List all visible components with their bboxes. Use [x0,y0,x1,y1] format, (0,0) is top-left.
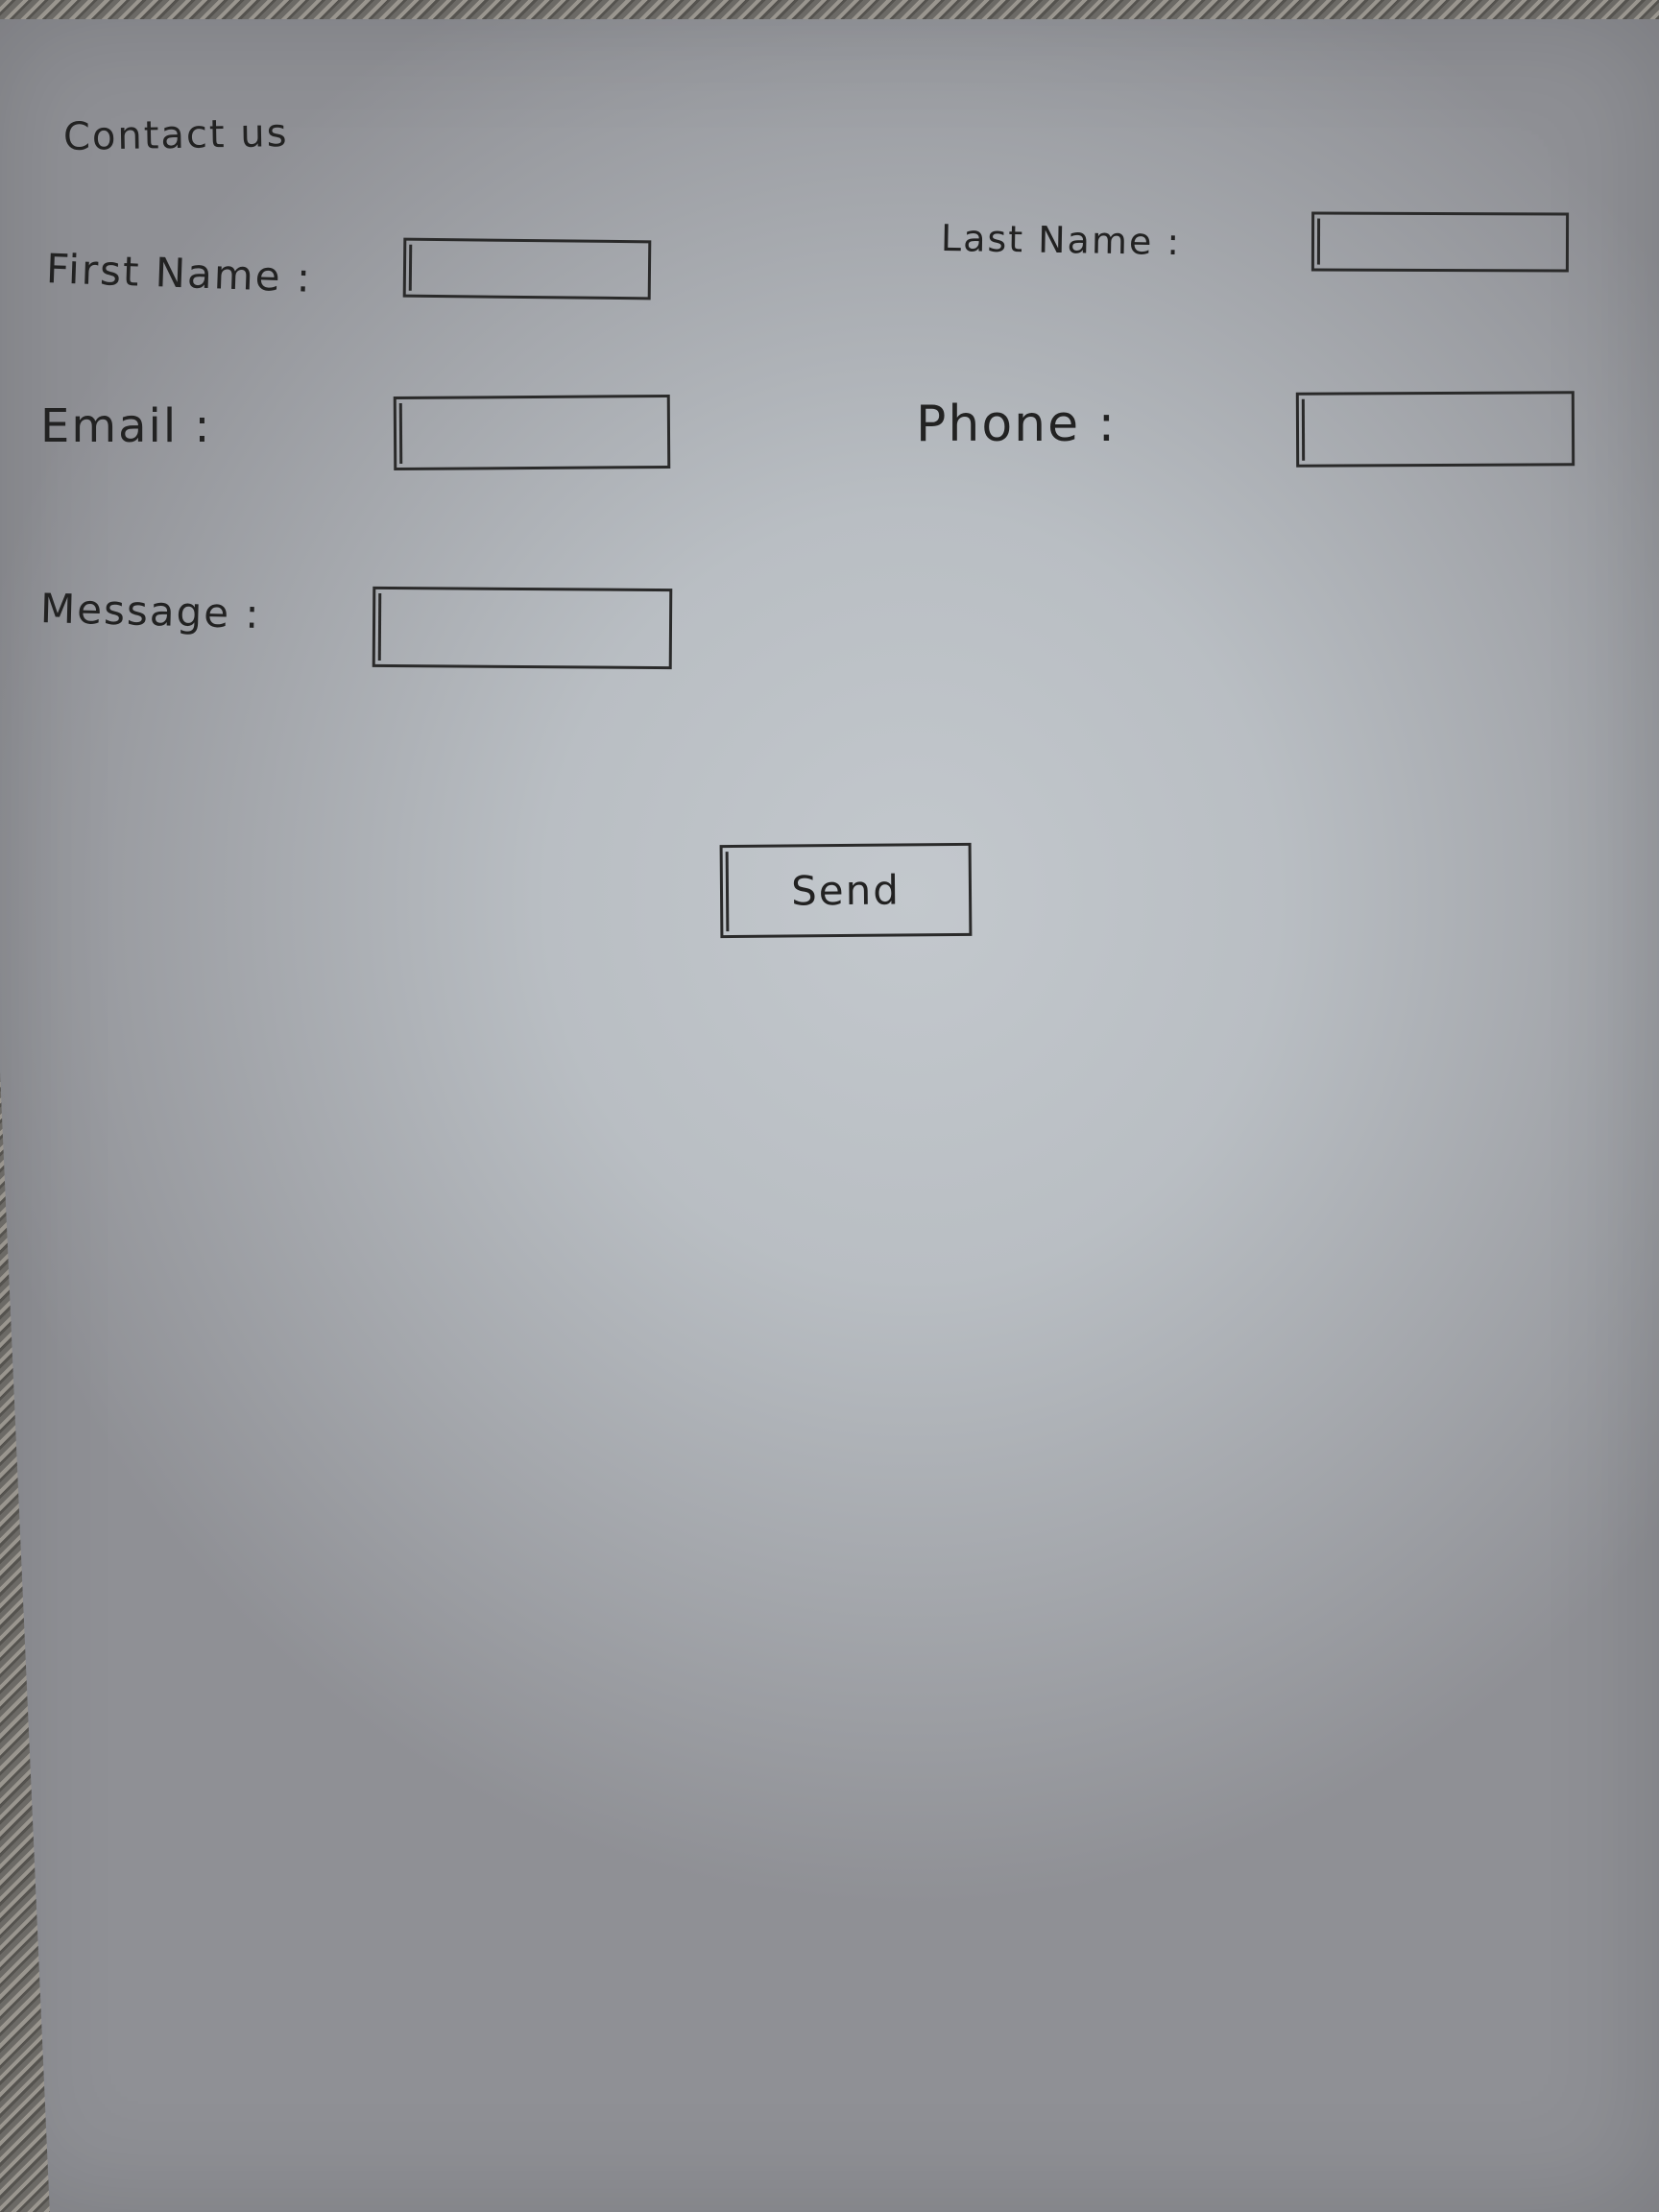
email-input[interactable] [393,394,671,471]
email-label: Email : [40,399,212,453]
message-textarea[interactable] [372,586,673,670]
paper-sheet: Contact us First Name : Last Name : Emai… [0,19,1659,2212]
send-button[interactable]: Send [719,842,973,939]
phone-input[interactable] [1295,391,1575,468]
page-title: Contact us [62,110,289,160]
last-name-input[interactable] [1310,211,1570,273]
send-button-label: Send [790,866,902,915]
phone-label: Phone : [916,396,1118,453]
message-label: Message : [39,585,262,637]
photo-background: Contact us First Name : Last Name : Emai… [0,0,1659,2212]
first-name-input[interactable] [402,237,652,301]
first-name-label: First Name : [45,245,313,301]
last-name-label: Last Name : [940,216,1182,264]
